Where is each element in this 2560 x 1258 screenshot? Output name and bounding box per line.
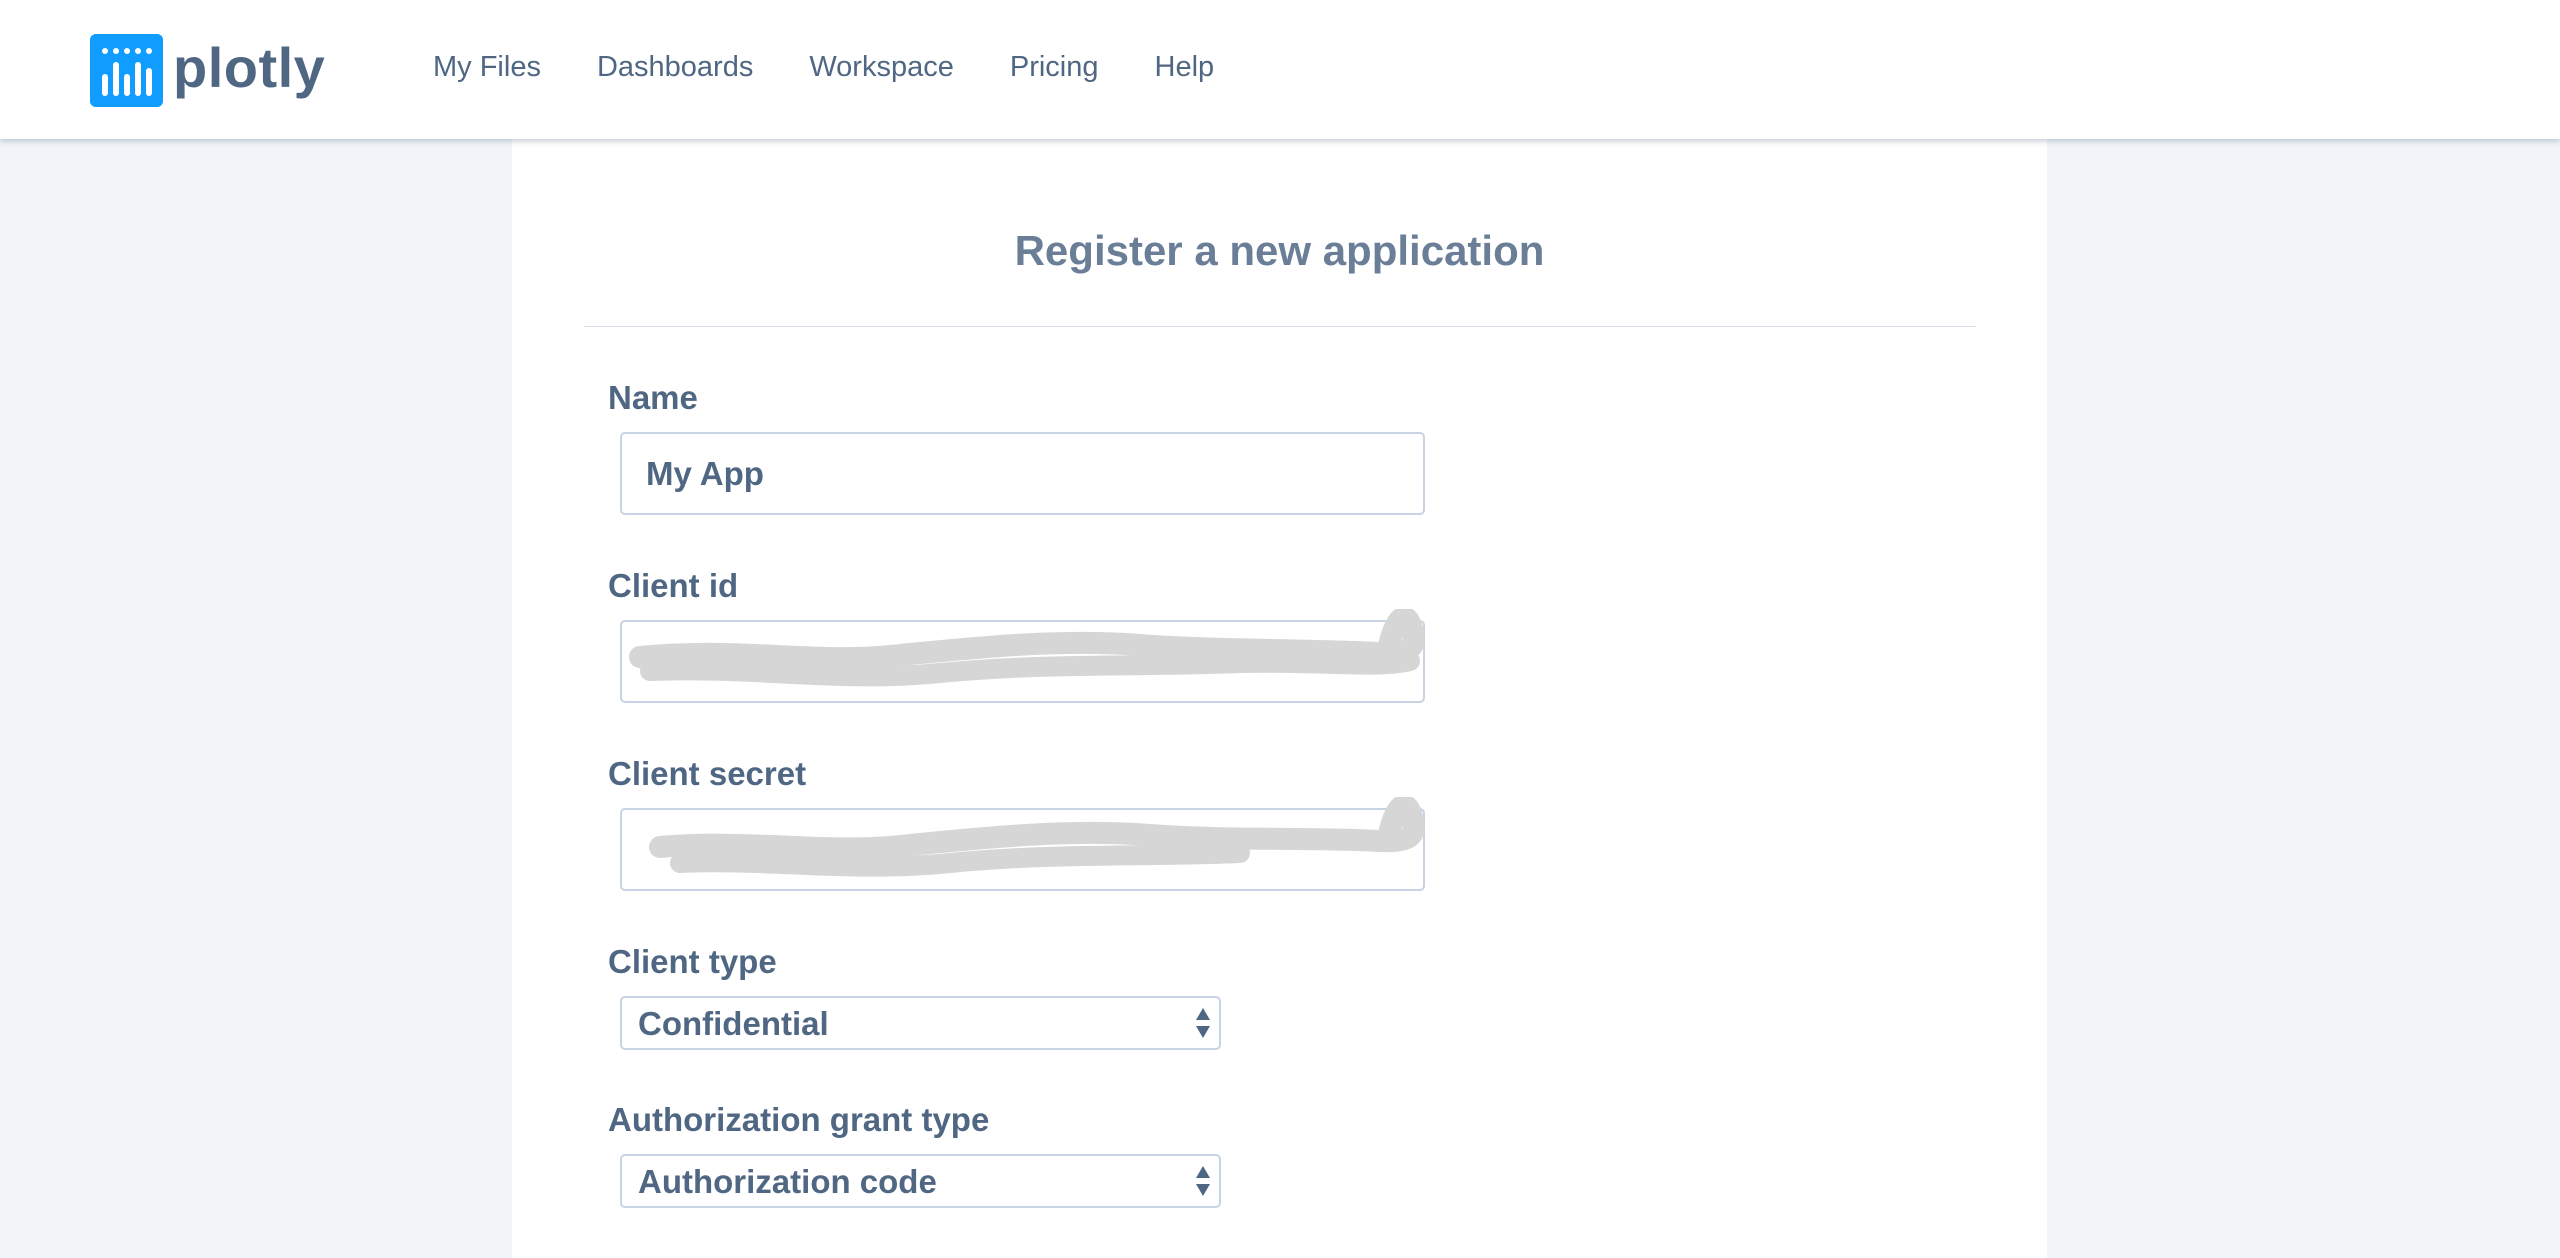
- select-updown-arrows-icon: [1196, 1166, 1210, 1196]
- client-secret-input[interactable]: [620, 808, 1425, 891]
- plotly-bars-icon: [90, 34, 163, 107]
- nav-pricing[interactable]: Pricing: [1010, 45, 1099, 89]
- page-title: Register a new application: [1014, 227, 1545, 274]
- client-type-label: Client type: [608, 943, 777, 980]
- brand-name: plotly: [173, 35, 326, 99]
- client-type-select[interactable]: Confidential: [620, 996, 1221, 1050]
- nav-help[interactable]: Help: [1155, 45, 1215, 89]
- title-divider: [584, 326, 1976, 327]
- nav-workspace[interactable]: Workspace: [809, 45, 954, 89]
- nav-my-files[interactable]: My Files: [433, 45, 541, 89]
- client-id-label: Client id: [608, 567, 739, 604]
- name-input[interactable]: [620, 432, 1425, 515]
- client-secret-label: Client secret: [608, 755, 807, 792]
- main-nav: My Files Dashboards Workspace Pricing He…: [433, 45, 1270, 89]
- name-label: Name: [608, 379, 698, 416]
- grant-type-label: Authorization grant type: [608, 1101, 990, 1138]
- grant-type-selected-value: Authorization code: [638, 1163, 937, 1200]
- register-application-card: Register a new application Name Client i…: [512, 139, 2047, 1258]
- select-updown-arrows-icon: [1196, 1008, 1210, 1038]
- top-navbar: plotly My Files Dashboards Workspace Pri…: [0, 0, 2560, 139]
- plotly-logo[interactable]: plotly: [90, 34, 325, 107]
- client-id-input[interactable]: [620, 620, 1425, 703]
- nav-dashboards[interactable]: Dashboards: [597, 45, 753, 89]
- client-type-selected-value: Confidential: [638, 1005, 829, 1042]
- grant-type-select[interactable]: Authorization code: [620, 1154, 1221, 1208]
